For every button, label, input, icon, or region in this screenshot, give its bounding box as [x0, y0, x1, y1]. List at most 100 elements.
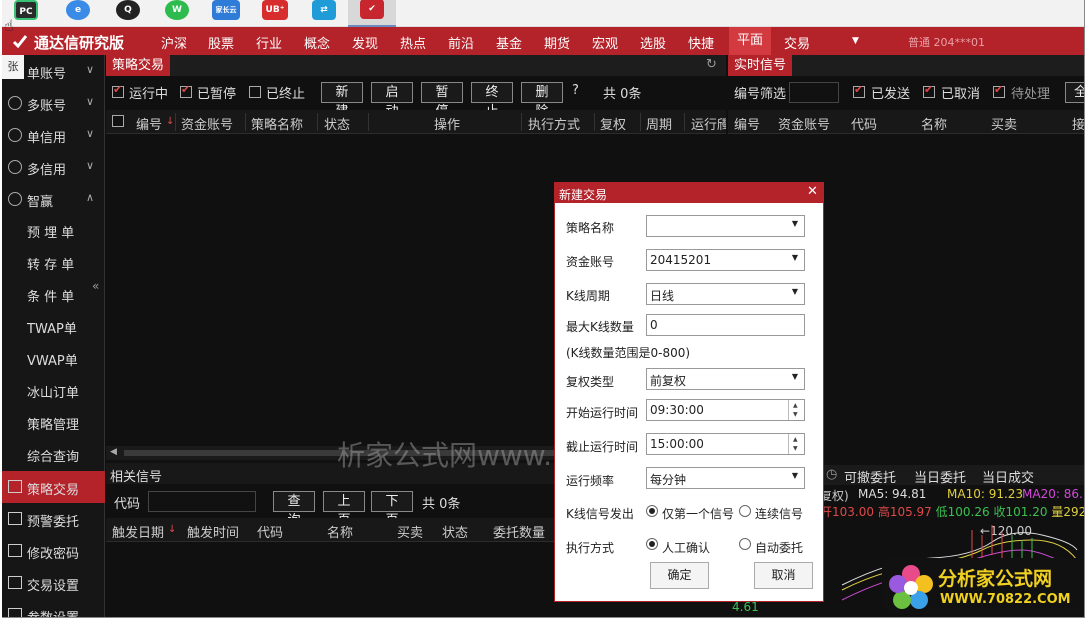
sidebar-sub-strategy-manage[interactable]: 策略管理 [27, 414, 79, 433]
sidebar-item-zhiying[interactable]: 智赢 ∧ [2, 183, 105, 215]
sidebar-item-param-settings[interactable]: 参数设置 [2, 599, 105, 617]
refresh-icon[interactable]: ↻ [706, 57, 717, 72]
menu-industry[interactable]: 行业 [256, 33, 282, 52]
sidebar-item-change-password[interactable]: 修改密码 [2, 535, 105, 567]
col-sig-code[interactable]: 代码 [851, 114, 877, 133]
exec-auto-label[interactable]: 自动委托 [755, 539, 803, 556]
filter-paused-checkbox[interactable] [180, 83, 192, 98]
end-time-spinner[interactable]: ▲ ▼ [788, 434, 804, 454]
sync-icon[interactable]: ⇄ [312, 0, 336, 20]
select-all-checkbox[interactable] [112, 115, 124, 127]
col-sig-more[interactable]: 接 [1072, 114, 1084, 133]
strategy-name-select[interactable]: ▼ [646, 215, 805, 237]
sidebar-sub-iceberg-order[interactable]: 冰山订单 [27, 382, 79, 401]
tdx-icon[interactable]: ✔ [360, 0, 384, 19]
id-filter-input[interactable] [789, 82, 839, 103]
sidebar-item-multi-credit[interactable]: 多信用 ∨ [2, 151, 105, 183]
filter-sent-checkbox[interactable] [853, 83, 865, 98]
col-name[interactable]: 名称 [327, 522, 353, 541]
start-time-spinner[interactable]: ▲ ▼ [788, 400, 804, 420]
start-button[interactable]: 启动 [371, 82, 413, 119]
col-sig-id[interactable]: 编号 [734, 114, 760, 133]
tab-strategy-trade[interactable]: 策略交易 [106, 55, 171, 76]
col-status[interactable]: 状态 [324, 114, 350, 133]
start-time-input[interactable]: 09:30:00 ▲ ▼ [646, 399, 805, 421]
sidebar-sub-preset-order[interactable]: 预 埋 单 [27, 222, 74, 241]
account-select[interactable]: 20415201 ▼ [646, 249, 805, 271]
filter-cancelled-checkbox[interactable] [923, 83, 935, 98]
delete-button[interactable]: 删除 [521, 82, 563, 119]
sidebar-item-trade-settings[interactable]: 交易设置 [2, 567, 105, 599]
filter-running-checkbox[interactable] [112, 83, 124, 98]
exec-manual-radio[interactable] [646, 538, 658, 550]
help-icon[interactable]: ? [572, 83, 579, 98]
cancel-button[interactable]: 取消 [754, 562, 813, 589]
kperiod-select[interactable]: 日线 ▼ [646, 283, 805, 305]
menu-discover[interactable]: 发现 [352, 33, 378, 52]
exec-manual-label[interactable]: 人工确认 [662, 539, 710, 556]
qq-icon[interactable]: Q [116, 0, 140, 20]
tab-related-signals[interactable]: 相关信号 [110, 466, 162, 485]
col-period[interactable]: 周期 [646, 114, 672, 133]
sidebar-item-multi-account[interactable]: 多账号 ∨ [2, 87, 105, 119]
tab-realtime-signals[interactable]: 实时信号 [728, 55, 793, 76]
menu-flat[interactable]: 平面 [729, 27, 772, 55]
col-trigger-date[interactable]: 触发日期 [112, 522, 164, 541]
sidebar-sub-transfer-order[interactable]: 转 存 单 [27, 254, 74, 273]
col-operation[interactable]: 操作 [434, 114, 460, 133]
menu-funds[interactable]: 基金 [496, 33, 522, 52]
exec-auto-radio[interactable] [739, 538, 751, 550]
spin-down-icon[interactable]: ▼ [793, 445, 798, 452]
pycharm-icon[interactable]: PC [14, 0, 38, 20]
blue-app-icon[interactable]: 家长云 [212, 0, 240, 20]
col-sig-name[interactable]: 名称 [921, 114, 947, 133]
menu-hotspot[interactable]: 热点 [400, 33, 426, 52]
query-button[interactable]: 查询 [273, 491, 315, 528]
sidebar-item-single-credit[interactable]: 单信用 ∨ [2, 119, 105, 151]
next-page-button[interactable]: 下页 [371, 491, 413, 528]
code-input[interactable] [148, 491, 256, 512]
col-account[interactable]: 资金账号 [181, 114, 233, 133]
collapse-sidebar-icon[interactable]: « [92, 279, 99, 293]
col-run-time[interactable]: 运行斶 [691, 114, 726, 133]
col-sig-account[interactable]: 资金账号 [778, 114, 830, 133]
col-strategy-name[interactable]: 策略名称 [251, 114, 303, 133]
adjust-select[interactable]: 前复权 ▼ [646, 368, 805, 390]
col-sig-side[interactable]: 买卖 [991, 114, 1017, 133]
terminate-button[interactable]: 终止 [471, 82, 513, 119]
signal-first-label[interactable]: 仅第一个信号 [662, 505, 734, 522]
col-order-qty[interactable]: 委托数量 [493, 522, 545, 541]
tab-cancellable[interactable]: 可撤委托 [844, 467, 896, 486]
kmax-input[interactable]: 0 [646, 314, 805, 336]
new-button[interactable]: 新建 [321, 82, 363, 119]
col-side[interactable]: 买卖 [397, 522, 423, 541]
app-blue-icon[interactable]: e [66, 0, 90, 20]
signal-continuous-label[interactable]: 连续信号 [755, 505, 803, 522]
sidebar-sub-condition-order[interactable]: 条 件 单 [27, 286, 74, 305]
spin-down-icon[interactable]: ▼ [793, 411, 798, 418]
col-state[interactable]: 状态 [442, 522, 468, 541]
col-exec-mode[interactable]: 执行方式 [528, 114, 580, 133]
all-button[interactable]: 全 [1065, 82, 1084, 103]
menu-macro[interactable]: 宏观 [592, 33, 618, 52]
menu-stocks[interactable]: 股票 [208, 33, 234, 52]
filter-stopped-checkbox[interactable] [249, 86, 261, 98]
sidebar-item-alert-order[interactable]: 预警委托 [2, 503, 105, 535]
close-icon[interactable]: ✕ [807, 184, 818, 199]
menu-frontier[interactable]: 前沿 [448, 33, 474, 52]
signal-first-radio[interactable] [646, 505, 658, 517]
tab-today-deals[interactable]: 当日成交 [982, 467, 1034, 486]
sidebar-sub-twap-order[interactable]: TWAP单 [27, 318, 77, 337]
prev-page-button[interactable]: 上页 [323, 491, 365, 528]
menu-shortcuts[interactable]: 快捷 [688, 33, 714, 52]
pause-button[interactable]: 暂停 [421, 82, 463, 119]
col-trigger-time[interactable]: 触发时间 [187, 522, 239, 541]
menu-dropdown-icon[interactable]: ▼ [852, 36, 859, 46]
menu-concept[interactable]: 概念 [304, 33, 330, 52]
col-id[interactable]: 编号 [136, 114, 162, 133]
sidebar-sub-query[interactable]: 综合查询 [27, 446, 79, 465]
spin-up-icon[interactable]: ▲ [793, 436, 798, 443]
col-adjust[interactable]: 复权 [600, 114, 626, 133]
menu-hushen[interactable]: 沪深 [161, 33, 187, 52]
spin-up-icon[interactable]: ▲ [793, 402, 798, 409]
